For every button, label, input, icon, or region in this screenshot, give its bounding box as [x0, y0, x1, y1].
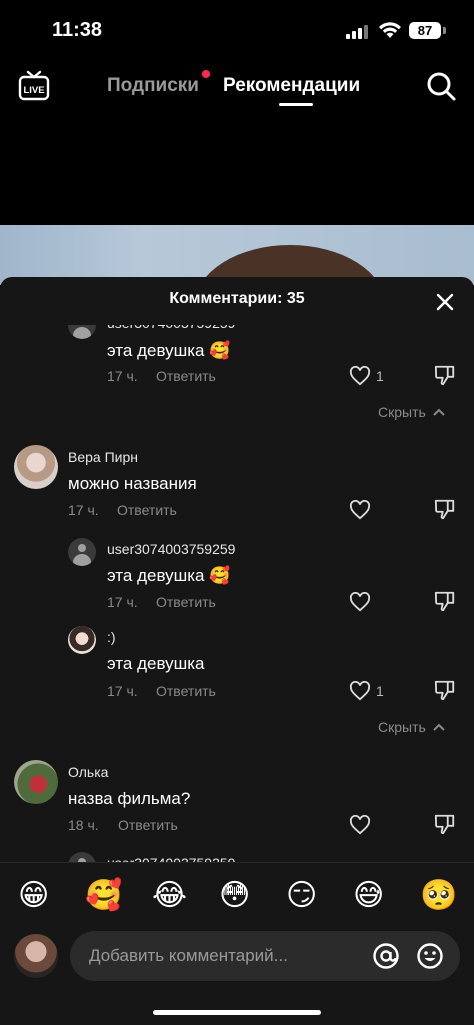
- active-tab-indicator: [279, 103, 313, 106]
- cellular-signal-icon: [346, 25, 370, 39]
- comments-list[interactable]: user3074003759259 эта девушка 🥰 17 ч. От…: [0, 325, 474, 865]
- reply-button[interactable]: Ответить: [156, 594, 216, 610]
- hide-replies-button[interactable]: Скрыть: [378, 719, 446, 735]
- emoji-button[interactable]: 😏: [286, 879, 317, 913]
- emoji-button[interactable]: 😂: [152, 879, 187, 913]
- comment-input-bar: Добавить комментарий...: [0, 930, 474, 1025]
- thumbs-down-icon[interactable]: [434, 364, 456, 386]
- comment-input[interactable]: Добавить комментарий...: [70, 931, 460, 981]
- heart-outline-icon[interactable]: [349, 500, 371, 520]
- hide-replies-button[interactable]: Скрыть: [378, 404, 446, 420]
- comment-text: эта девушка 🥰: [107, 566, 231, 585]
- comment-username[interactable]: Олька: [68, 764, 108, 780]
- heart-outline-icon[interactable]: [349, 366, 371, 386]
- thumbs-down-icon[interactable]: [434, 679, 456, 701]
- heart-outline-icon[interactable]: [349, 815, 371, 835]
- comment-time: 18 ч.: [68, 817, 99, 833]
- thumbs-down-icon[interactable]: [434, 813, 456, 835]
- live-label: LIVE: [23, 85, 44, 96]
- emoji-button[interactable]: 😳: [219, 879, 250, 913]
- thumbs-down-icon[interactable]: [434, 590, 456, 612]
- avatar[interactable]: [68, 538, 96, 566]
- like-count: 1: [376, 683, 384, 699]
- heart-outline-icon[interactable]: [349, 681, 371, 701]
- hide-label: Скрыть: [378, 404, 426, 420]
- battery-cap: [443, 27, 446, 34]
- comment-time: 17 ч.: [68, 502, 99, 518]
- tab-following[interactable]: Подписки: [107, 75, 199, 97]
- close-icon[interactable]: [434, 291, 456, 313]
- avatar[interactable]: [14, 760, 58, 804]
- avatar[interactable]: [68, 626, 96, 654]
- comment-time: 17 ч.: [107, 683, 138, 699]
- chevron-up-icon: [432, 723, 445, 731]
- comments-title: Комментарии: 35: [169, 290, 305, 307]
- comment-input-placeholder: Добавить комментарий...: [89, 946, 288, 965]
- tab-for-you[interactable]: Рекомендации: [223, 75, 360, 97]
- smiley-icon[interactable]: [416, 942, 444, 970]
- emoji-button[interactable]: 🥰: [85, 879, 122, 913]
- notification-dot: [202, 70, 210, 78]
- comment-username[interactable]: user3074003759259: [107, 325, 235, 331]
- comment-time: 17 ч.: [107, 594, 138, 610]
- comment-text: эта девушка: [107, 654, 205, 673]
- comment-username[interactable]: :): [107, 629, 116, 645]
- status-bar: 11:38 87: [0, 0, 474, 60]
- emoji-button[interactable]: 😅: [353, 879, 384, 913]
- heart-outline-icon[interactable]: [349, 592, 371, 612]
- reply-item: :) эта девушка 17 ч. Ответить 1: [0, 626, 474, 716]
- hide-label: Скрыть: [378, 719, 426, 735]
- comment-username[interactable]: Вера Пирн: [68, 449, 138, 465]
- video-player[interactable]: [0, 225, 474, 285]
- comment-text: эта девушка 🥰: [107, 341, 231, 360]
- search-icon[interactable]: [425, 70, 457, 102]
- emoji-button[interactable]: 😁: [18, 879, 49, 913]
- emoji-button[interactable]: 🥺: [420, 879, 457, 913]
- wifi-icon: [379, 22, 401, 38]
- my-avatar: [14, 934, 58, 978]
- at-sign-icon[interactable]: [372, 942, 400, 970]
- like-count: 1: [376, 368, 384, 384]
- avatar[interactable]: [14, 445, 58, 489]
- home-indicator: [153, 1010, 321, 1015]
- reply-button[interactable]: Ответить: [156, 683, 216, 699]
- comment-username[interactable]: user3074003759259: [107, 541, 235, 557]
- reply-button[interactable]: Ответить: [118, 817, 178, 833]
- reply-button[interactable]: Ответить: [117, 502, 177, 518]
- comment-item: Олька назва фильма? 18 ч. Ответить: [0, 760, 474, 850]
- top-nav: LIVE Подписки Рекомендации: [0, 60, 474, 115]
- chevron-up-icon: [432, 408, 445, 416]
- status-time: 11:38: [52, 19, 103, 41]
- comment-item: Вера Пирн можно названия 17 ч. Ответить: [0, 445, 474, 535]
- live-tv-icon[interactable]: LIVE: [18, 70, 50, 102]
- thumbs-down-icon[interactable]: [434, 498, 456, 520]
- comment-text: можно названия: [68, 474, 197, 493]
- reply-item: user3074003759259 эта девушка 🥰 17 ч. От…: [0, 325, 474, 415]
- comment-time: 17 ч.: [107, 368, 138, 384]
- reply-item: user3074003759259 эта девушка 🥰 17 ч. От…: [0, 538, 474, 628]
- battery-icon: 87: [409, 22, 441, 39]
- avatar[interactable]: [68, 325, 96, 339]
- quick-emoji-bar: 😁 🥰 😂 😳 😏 😅 🥺: [0, 862, 474, 930]
- reply-button[interactable]: Ответить: [156, 368, 216, 384]
- comment-text: назва фильма?: [68, 789, 191, 808]
